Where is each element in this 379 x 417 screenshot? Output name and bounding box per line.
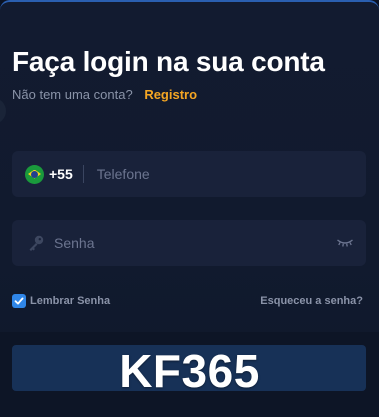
login-button[interactable] — [12, 345, 366, 391]
login-card: Faça login na sua conta Não tem uma cont… — [0, 0, 379, 417]
register-link[interactable]: Registro — [144, 87, 197, 102]
phone-input[interactable] — [94, 150, 366, 198]
side-tab-decoration — [0, 98, 6, 124]
remember-password[interactable]: Lembrar Senha — [12, 294, 110, 308]
password-input[interactable] — [52, 219, 336, 267]
forgot-password-link[interactable]: Esqueceu a senha? — [260, 295, 363, 307]
check-icon — [14, 297, 24, 305]
no-account-text: Não tem uma conta? — [12, 87, 133, 102]
brazil-flag-icon[interactable] — [25, 164, 44, 184]
page-title: Faça login na sua conta — [12, 46, 325, 77]
remember-checkbox[interactable] — [12, 294, 26, 308]
password-field — [12, 219, 366, 267]
remember-label: Lembrar Senha — [30, 295, 111, 307]
country-code[interactable]: +55 — [49, 166, 73, 182]
register-prompt: Não tem uma conta? Registro — [12, 87, 197, 102]
field-divider — [82, 165, 84, 183]
eye-closed-icon[interactable] — [336, 237, 354, 249]
phone-field: +55 — [12, 150, 366, 198]
key-icon — [29, 235, 44, 251]
